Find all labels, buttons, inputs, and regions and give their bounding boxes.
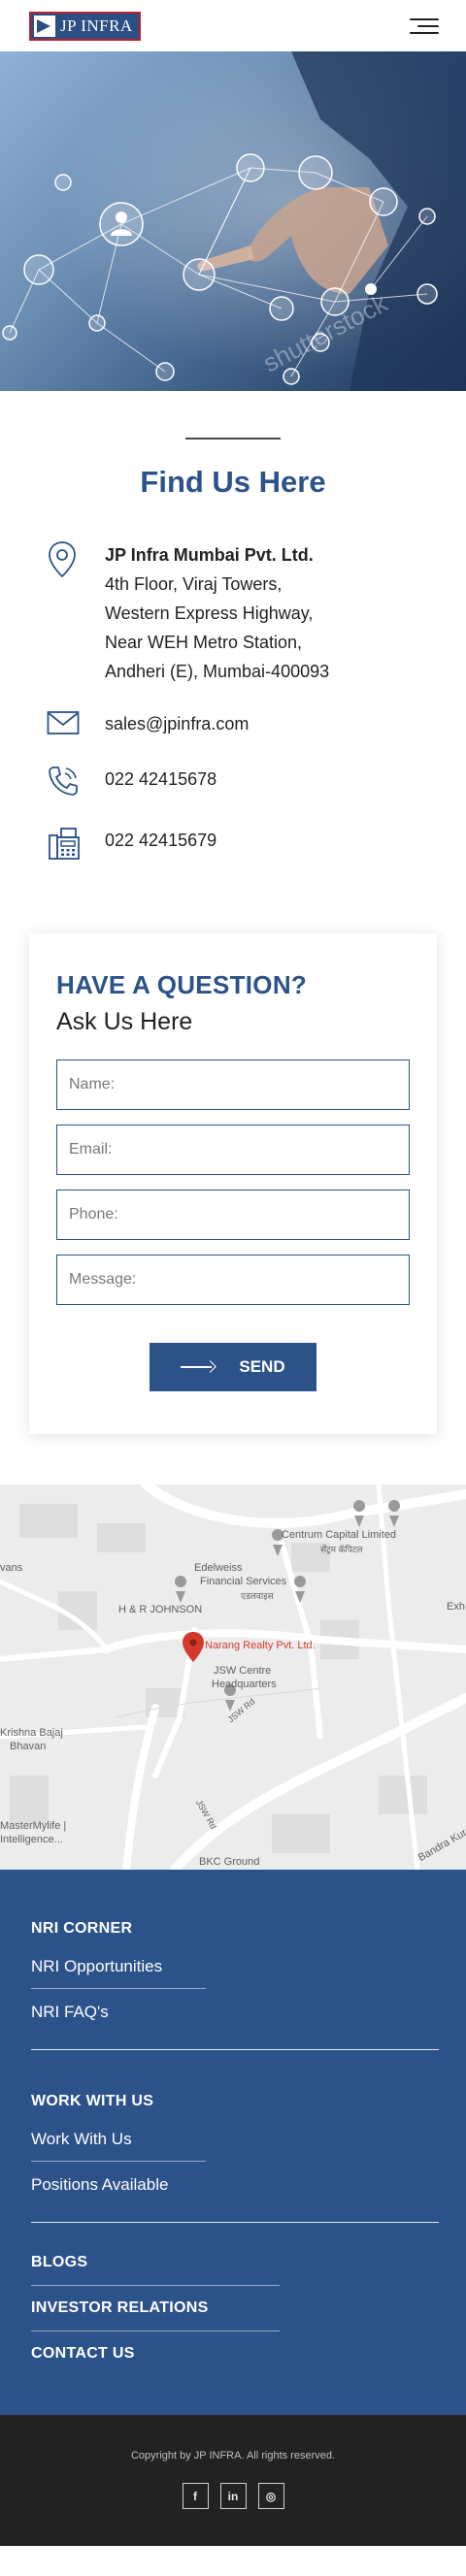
send-button-wrapper: SEND <box>56 1343 410 1391</box>
blogs-link[interactable]: BLOGS <box>31 2240 280 2286</box>
location-map[interactable]: Centrum Capital Limited सेंट्रम कॅपिटल E… <box>0 1484 466 1870</box>
address-text: JP Infra Mumbai Pvt. Ltd. 4th Floor, Vir… <box>105 540 329 686</box>
arrow-right-icon <box>181 1361 216 1373</box>
work-with-us-link[interactable]: Work With Us <box>31 2110 206 2162</box>
section-divider <box>185 438 281 440</box>
map-label-jsw-1: JSW Centre <box>214 1665 272 1677</box>
location-pin-icon <box>47 540 85 584</box>
fax-row: 022 42415679 <box>47 826 419 865</box>
hero-image: shutterstock <box>0 51 466 391</box>
map-roads <box>0 1484 466 1870</box>
map-label-krishna-1: Krishna Bajaj <box>0 1727 63 1739</box>
positions-available-link[interactable]: Positions Available <box>31 2162 439 2195</box>
find-us-title: Find Us Here <box>140 465 326 499</box>
phone-row: 022 42415678 <box>47 765 419 802</box>
site-header: JP INFRA <box>0 0 466 51</box>
copyright-text: Copyright by JP INFRA. All rights reserv… <box>130 2450 336 2462</box>
jp-infra-logo[interactable]: JP INFRA <box>29 11 141 41</box>
address-line-4: Andheri (E), Mumbai-400093 <box>105 662 330 681</box>
address-line-1: 4th Floor, Viraj Towers, <box>105 574 283 594</box>
email-row: sales@jpinfra.com <box>47 709 419 741</box>
company-name: JP Infra Mumbai Pvt. Ltd. <box>105 545 314 565</box>
contact-us-link[interactable]: CONTACT US <box>31 2331 280 2376</box>
map-label-mastermylife-1: MasterMylife | <box>0 1820 67 1832</box>
email-input[interactable] <box>56 1125 410 1175</box>
facebook-icon[interactable]: f <box>182 2483 209 2509</box>
investor-relations-link[interactable]: INVESTOR RELATIONS <box>31 2286 280 2331</box>
work-with-us-heading[interactable]: WORK WITH US <box>31 2093 439 2110</box>
fax-icon <box>47 826 85 865</box>
map-label-centrum-local: सेंट्रम कॅपिटल <box>320 1545 363 1554</box>
form-title: HAVE A QUESTION? <box>56 970 308 999</box>
nri-faq-link[interactable]: NRI FAQ's <box>31 1989 439 2022</box>
name-input[interactable] <box>56 1060 410 1110</box>
send-button[interactable]: SEND <box>150 1343 316 1391</box>
fax-number[interactable]: 022 42415679 <box>105 826 216 855</box>
footer-divider <box>31 2222 439 2223</box>
map-label-hr-johnson: H & R JOHNSON <box>118 1604 203 1615</box>
email-link[interactable]: sales@jpinfra.com <box>105 709 249 738</box>
message-input[interactable] <box>56 1255 410 1305</box>
footer-links: NRI CORNER NRI Opportunities NRI FAQ's W… <box>0 1870 466 2415</box>
map-label-bkc-ground: BKC Ground <box>199 1856 260 1868</box>
linkedin-icon[interactable]: in <box>219 2483 247 2509</box>
map-label-exh: Exh <box>447 1601 465 1613</box>
footer-bottom-bar: Copyright by JP INFRA. All rights reserv… <box>0 2415 466 2546</box>
map-label-centrum: Centrum Capital Limited <box>282 1529 396 1541</box>
nri-corner-heading[interactable]: NRI CORNER <box>31 1920 439 1938</box>
map-label-edelweiss-2: Financial Services <box>200 1576 287 1587</box>
network-illustration: shutterstock <box>0 51 466 391</box>
footer-divider <box>31 2049 439 2050</box>
address-line-2: Western Express Highway, <box>105 603 314 623</box>
send-label: SEND <box>239 1357 285 1376</box>
phone-input[interactable] <box>56 1190 410 1240</box>
map-label-narang-realty: Narang Realty Pvt. Ltd. <box>205 1640 316 1651</box>
map-label-vans: vans <box>0 1562 23 1574</box>
logo-mark-icon <box>34 15 55 37</box>
social-links: f in ◎ <box>0 2483 466 2509</box>
form-subtitle: Ask Us Here <box>56 1008 193 1035</box>
map-label-krishna-2: Bhavan <box>10 1741 47 1752</box>
address-line-3: Near WEH Metro Station, <box>105 633 303 652</box>
logo-text: JP INFRA <box>60 16 133 35</box>
nri-opportunities-link[interactable]: NRI Opportunities <box>31 1938 206 1989</box>
map-label-edelweiss-local: एडलवाइस <box>241 1591 274 1601</box>
enquiry-form-card: HAVE A QUESTION? Ask Us Here SEND <box>29 933 437 1434</box>
map-label-jsw-2: Headquarters <box>212 1679 277 1690</box>
phone-number[interactable]: 022 42415678 <box>105 765 216 794</box>
envelope-icon <box>47 709 85 741</box>
instagram-icon[interactable]: ◎ <box>257 2483 284 2509</box>
map-label-edelweiss-1: Edelweiss <box>194 1562 243 1574</box>
map-label-mastermylife-2: Intelligence... <box>0 1834 63 1845</box>
address-row: JP Infra Mumbai Pvt. Ltd. 4th Floor, Vir… <box>47 540 419 686</box>
hamburger-menu-icon[interactable] <box>410 17 439 34</box>
find-us-section: Find Us Here JP Infra Mumbai Pvt. Ltd. 4… <box>0 391 466 918</box>
phone-icon <box>47 765 85 802</box>
